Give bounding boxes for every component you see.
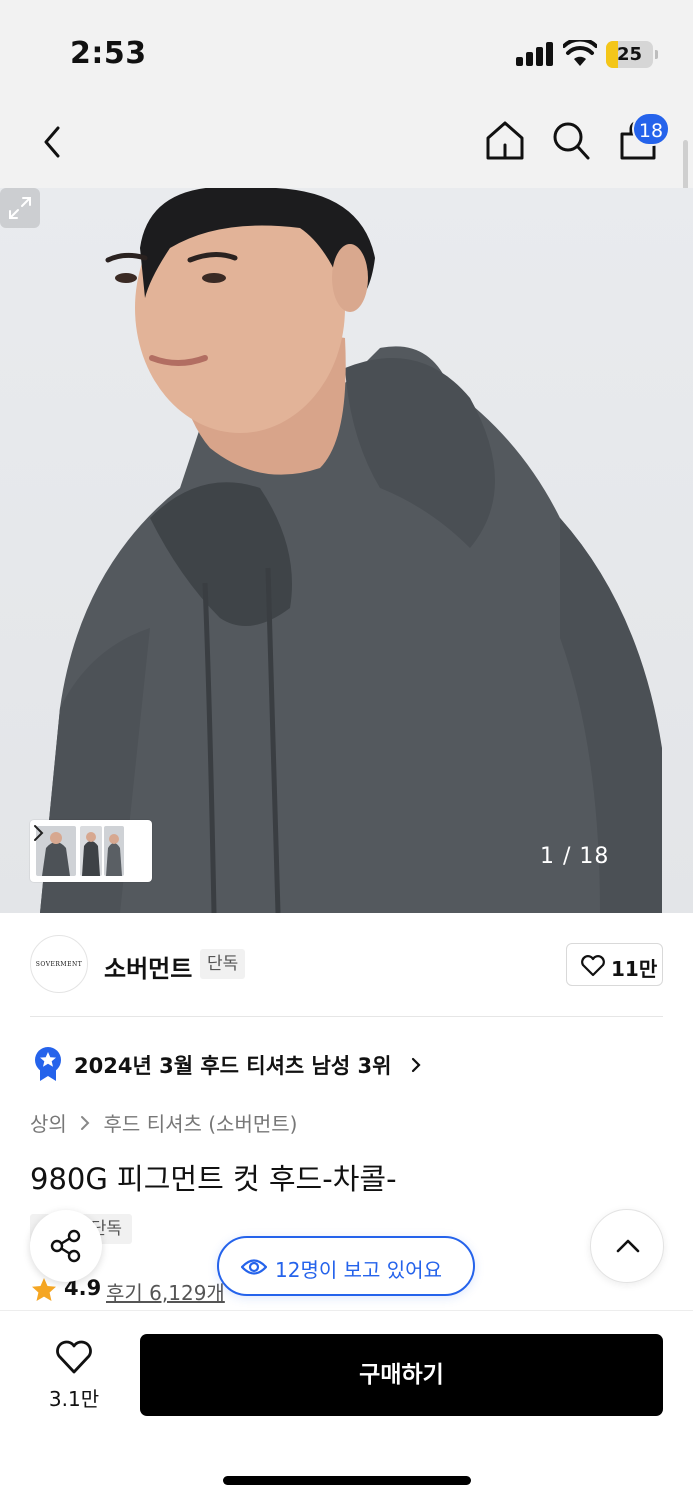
eye-icon [241, 1259, 267, 1275]
review-count-link[interactable]: 후기 6,129개 [106, 1277, 225, 1306]
thumbnail-image[interactable] [104, 826, 124, 876]
brand-like-count: 11만 [611, 957, 658, 981]
product-title: 980G 피그먼트 컷 후드-차콜- [30, 1162, 397, 1196]
divider [30, 1016, 663, 1017]
exclusive-badge: 단독 [200, 949, 246, 979]
chevron-up-icon [616, 1239, 640, 1253]
product-image-carousel[interactable]: 1 / 18 [0, 188, 693, 913]
home-indicator [223, 1476, 471, 1485]
wifi-icon [563, 40, 597, 66]
wishlist-count: 3.1만 [48, 1387, 100, 1411]
chevron-right-icon[interactable] [30, 820, 48, 846]
purchase-bar: 3.1만 구매하기 [0, 1310, 693, 1500]
ranking-link[interactable]: 2024년 3월 후드 티셔츠 남성 3위 [30, 1044, 450, 1084]
brand-like-button[interactable]: 11만 [566, 943, 663, 986]
live-viewers-text: 12명이 보고 있어요 [275, 1258, 442, 1282]
scroll-to-top-button[interactable] [590, 1209, 664, 1283]
share-icon [50, 1229, 81, 1263]
brand-name[interactable]: 소버먼트 [104, 949, 192, 984]
brand-logo[interactable]: SOVERMENT [30, 935, 88, 993]
breadcrumb-item[interactable]: 후드 티셔츠 (소버먼트) [104, 1112, 298, 1136]
buy-button[interactable]: 구매하기 [140, 1334, 663, 1416]
ranking-ribbon-icon [35, 1047, 61, 1081]
battery-indicator: 25 [606, 41, 658, 68]
status-time: 2:53 [70, 36, 147, 71]
status-bar: 2:53 25 [0, 0, 693, 104]
live-viewers-pill: 12명이 보고 있어요 [217, 1236, 475, 1296]
thumbnail-strip[interactable] [30, 820, 152, 882]
chevron-right-icon [81, 1116, 90, 1130]
battery-level: 25 [616, 44, 643, 65]
thumbnail-image[interactable] [80, 826, 102, 876]
top-nav-bar [0, 104, 693, 188]
home-icon[interactable] [484, 118, 526, 162]
brand-row[interactable]: SOVERMENT 소버먼트 단독 11만 [0, 913, 693, 1017]
product-photo [40, 188, 662, 913]
chevron-left-icon[interactable] [34, 122, 70, 162]
cellular-signal-icon [516, 42, 554, 66]
expand-icon[interactable] [0, 188, 40, 228]
share-button[interactable] [30, 1210, 102, 1282]
breadcrumb-item[interactable]: 상의 [30, 1112, 67, 1136]
heart-icon [581, 955, 605, 977]
cart-count-badge: 18 [632, 112, 670, 146]
breadcrumb: 상의 후드 티셔츠 (소버먼트) [30, 1108, 297, 1137]
ranking-text: 2024년 3월 후드 티셔츠 남성 3위 [74, 1054, 392, 1078]
heart-icon[interactable] [54, 1339, 94, 1375]
image-counter: 1 / 18 [540, 844, 610, 869]
search-icon[interactable] [550, 118, 592, 162]
chevron-right-icon [411, 1057, 421, 1073]
